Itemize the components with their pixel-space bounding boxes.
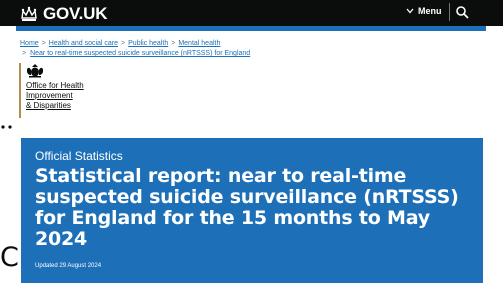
publication-header: Official Statistics Statistical report: … [21,138,483,283]
breadcrumb-separator: > [171,40,176,47]
site-header: GOV.UK Menu [0,0,503,26]
breadcrumb: Home > Health and social care > Public healt… [20,39,220,49]
search-icon[interactable] [455,5,470,19]
organisation-name-line-1: Office for Health [26,81,84,90]
breadcrumb-mental-health[interactable]: Mental health [178,40,220,47]
updated-date: Updated 29 August 2024 [35,263,102,269]
organisation-name-line-2: Improvement [26,91,73,100]
header-accent-stripe [16,26,486,31]
organisation-name: Office for Health Improvement & Disparit… [26,81,101,111]
logo-text: GOV.UK [43,4,108,23]
breadcrumb-separator: > [22,50,27,57]
organisation-name-line-3: & Disparities [26,101,71,110]
breadcrumb-health-social-care[interactable]: Health and social care [49,40,118,47]
crown-icon [21,6,37,21]
ellipsis-dots-icon [1,125,12,129]
menu-button[interactable]: Menu [406,6,442,16]
page-title: Statistical report: near to real-time su… [35,165,459,250]
breadcrumb-home[interactable]: Home [20,40,39,47]
chevron-down-icon [406,8,414,14]
govuk-logo-link[interactable]: GOV.UK [20,4,108,24]
breadcrumb-separator: > [41,40,46,47]
breadcrumb-separator: > [121,40,126,47]
header-divider [449,3,450,21]
breadcrumb-public-health[interactable]: Public health [128,40,168,47]
document-type-label: Official Statistics [35,149,123,163]
breadcrumb-row-2: > Near to real-time suspected suicide sur… [20,49,250,59]
cut-off-text: C [0,242,19,273]
organisation-logo-link[interactable]: Office for Health Improvement & Disparit… [19,63,101,118]
royal-crest-icon [27,64,43,78]
menu-label: Menu [418,6,442,16]
page: GOV.UK Menu Home > Health and social care >… [0,0,503,283]
breadcrumb-nrtsss[interactable]: Near to real-time suspected suicide surv… [30,50,250,57]
